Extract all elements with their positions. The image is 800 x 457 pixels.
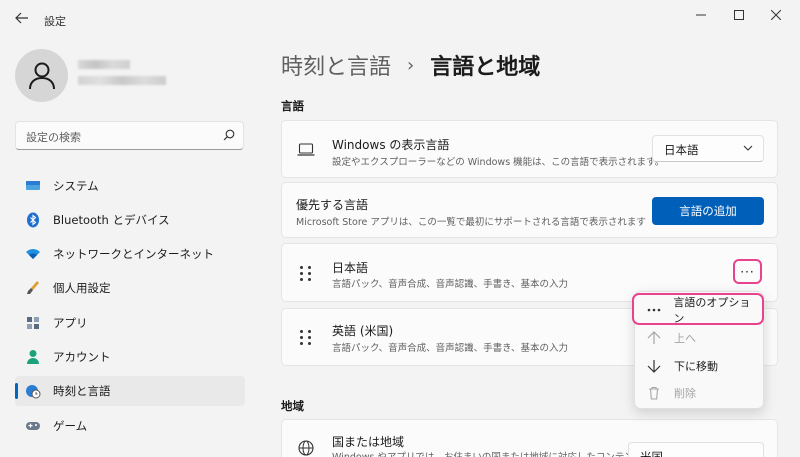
sidebar-item-label: アカウント: [53, 350, 111, 364]
search-icon: [223, 129, 235, 141]
language-name: 英語 (米国): [332, 324, 394, 338]
breadcrumb-separator: ›: [407, 54, 415, 76]
active-indicator: [15, 383, 18, 399]
globe-clock-icon: [25, 383, 41, 399]
display-language-card: Windows の表示言語 設定やエクスプローラーなどの Windows 機能は…: [281, 120, 778, 178]
wifi-icon: [25, 246, 41, 262]
add-language-button[interactable]: 言語の追加: [652, 197, 764, 225]
apps-icon: [25, 315, 41, 331]
section-title-region: 地域: [281, 399, 304, 413]
arrow-up-icon: [646, 331, 662, 345]
profile-email-redacted: [78, 76, 166, 85]
sidebar-item-label: 時刻と言語: [53, 384, 111, 398]
sidebar-item-bluetooth[interactable]: Bluetooth とデバイス: [15, 205, 245, 235]
region-desc: Windows やアプリでは、お住まいの国または地域に対応したコンテン: [332, 449, 634, 457]
minimize-icon: [696, 14, 706, 16]
drag-handle-icon[interactable]: [300, 266, 312, 282]
sidebar-item-system[interactable]: システム: [15, 171, 245, 201]
monitor-icon: [25, 178, 41, 194]
user-icon: [28, 62, 55, 89]
maximize-button[interactable]: [721, 4, 757, 26]
profile-name-redacted: [78, 60, 130, 69]
language-features: 言語パック、音声合成、音声認識、手書き、基本の入力: [332, 279, 568, 290]
menu-item-move-up[interactable]: 上へ: [636, 325, 758, 351]
sidebar-item-label: アプリ: [53, 316, 88, 330]
laptop-icon: [297, 143, 315, 156]
minimize-button[interactable]: [683, 4, 719, 26]
menu-item-label: 削除: [674, 387, 696, 400]
gamepad-icon: [25, 418, 41, 434]
globe-icon: [298, 440, 314, 456]
menu-item-remove[interactable]: 削除: [636, 380, 758, 406]
more-options-button[interactable]: ···: [733, 259, 762, 284]
menu-item-language-options[interactable]: 言語のオプション: [636, 296, 758, 325]
sidebar-item-gaming[interactable]: ゲーム: [15, 411, 245, 441]
settings-window: 設定 設定の検索 システム Bluetooth とデバイス ネットワークとインタ…: [0, 0, 800, 457]
title-bar: 設定: [0, 0, 800, 32]
preferred-language-title: 優先する言語: [296, 198, 369, 212]
search-input[interactable]: 設定の検索: [15, 121, 244, 150]
sidebar-item-personalization[interactable]: 個人用設定: [15, 273, 245, 303]
breadcrumb: 時刻と言語 › 言語と地域: [281, 49, 541, 81]
trash-icon: [646, 386, 662, 400]
menu-item-label: 上へ: [674, 332, 696, 345]
menu-item-label: 言語のオプション: [673, 296, 751, 325]
region-dropdown[interactable]: 米国: [628, 442, 764, 457]
region-card: 国または地域 Windows やアプリでは、お住まいの国または地域に対応したコン…: [281, 419, 778, 457]
dropdown-value: 日本語: [664, 143, 699, 157]
sidebar-item-label: Bluetooth とデバイス: [53, 213, 170, 227]
more-icon: [646, 308, 661, 312]
account-icon: [25, 349, 41, 365]
app-title: 設定: [44, 15, 66, 28]
chevron-down-icon: [743, 145, 753, 151]
menu-item-move-down[interactable]: 下に移動: [636, 353, 758, 379]
brush-icon: [25, 280, 41, 296]
back-button[interactable]: [8, 6, 36, 30]
close-icon: [771, 10, 781, 20]
preferred-language-card: 優先する言語 Microsoft Store アプリは、この一覧で最初にサポート…: [281, 182, 778, 238]
maximize-icon: [734, 10, 744, 20]
language-features: 言語パック、音声合成、音声認識、手書き、基本の入力: [332, 343, 568, 354]
sidebar-item-label: 個人用設定: [53, 281, 111, 295]
drag-handle-icon[interactable]: [300, 330, 312, 346]
close-button[interactable]: [758, 4, 794, 26]
section-title-language: 言語: [281, 99, 304, 113]
sidebar-item-label: システム: [53, 179, 99, 193]
preferred-language-desc: Microsoft Store アプリは、この一覧で最初にサポートされる言語で表…: [296, 217, 646, 228]
sidebar-item-apps[interactable]: アプリ: [15, 308, 245, 338]
breadcrumb-parent[interactable]: 時刻と言語: [281, 49, 391, 81]
back-arrow-icon: [15, 12, 28, 24]
avatar[interactable]: [15, 49, 68, 102]
sidebar-item-label: ネットワークとインターネット: [53, 247, 214, 261]
dropdown-value: 米国: [640, 450, 663, 457]
language-name: 日本語: [332, 261, 369, 275]
region-title: 国または地域: [332, 435, 405, 449]
arrow-down-icon: [646, 359, 662, 373]
sidebar-item-network[interactable]: ネットワークとインターネット: [15, 239, 245, 269]
menu-item-label: 下に移動: [674, 360, 718, 373]
sidebar-item-label: ゲーム: [53, 419, 88, 433]
page-title: 言語と地域: [430, 55, 541, 80]
sidebar-item-accounts[interactable]: アカウント: [15, 342, 245, 372]
display-language-dropdown[interactable]: 日本語: [652, 135, 764, 162]
search-placeholder: 設定の検索: [26, 131, 81, 144]
sidebar-item-time-language[interactable]: 時刻と言語: [15, 376, 245, 406]
display-language-title: Windows の表示言語: [332, 138, 450, 152]
display-language-desc: 設定やエクスプローラーなどの Windows 機能は、この言語で表示されます。: [332, 157, 665, 168]
bluetooth-icon: [25, 212, 41, 228]
